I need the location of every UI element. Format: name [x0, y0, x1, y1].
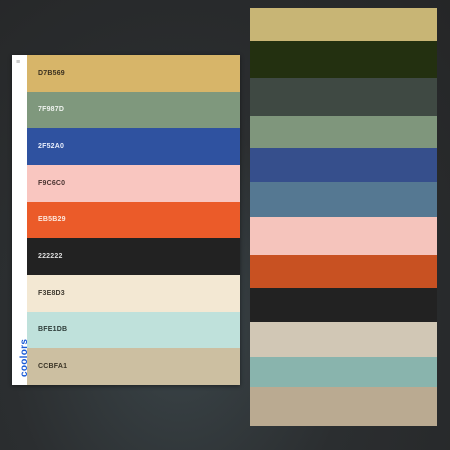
preview-color-band [250, 148, 437, 182]
swatch-list: D7B569 7F987D 2F52A0 F9C6C0 EB5B29 222222 F3E8… [27, 55, 240, 385]
color-swatch[interactable]: CCBFA1 [27, 348, 240, 385]
swatch-hex-label: BFE1DB [38, 326, 68, 334]
preview-color-band [250, 322, 437, 357]
card-sidebar: ≡ coolors [12, 55, 30, 385]
swatch-hex-label: CCBFA1 [38, 363, 68, 371]
color-swatch[interactable]: F9C6C0 [27, 164, 240, 202]
swatch-hex-label: 7F987D [38, 106, 65, 114]
preview-color-band [250, 8, 437, 41]
swatch-hex-label: 2F52A0 [38, 143, 65, 151]
color-swatch[interactable]: F3E8D3 [27, 274, 240, 312]
swatch-hex-label: 222222 [38, 253, 63, 261]
preview-color-band [250, 116, 437, 148]
palette-card: ≡ coolors D7B569 7F987D 2F52A0 F9C6C0 EB5B29… [12, 55, 240, 385]
menu-icon[interactable]: ≡ [16, 59, 20, 66]
preview-color-band [250, 387, 437, 426]
preview-color-band [250, 255, 437, 288]
swatch-hex-label: D7B569 [38, 69, 65, 77]
preview-color-band [250, 357, 437, 387]
preview-column [250, 8, 437, 426]
preview-color-band [250, 182, 437, 217]
color-swatch[interactable]: D7B569 [27, 55, 240, 92]
color-swatch[interactable]: BFE1DB [27, 311, 240, 349]
swatch-hex-label: F3E8D3 [38, 289, 65, 297]
color-swatch[interactable]: EB5B29 [27, 201, 240, 239]
color-swatch[interactable]: 2F52A0 [27, 128, 240, 165]
preview-color-band [250, 41, 437, 78]
preview-color-band [250, 288, 437, 322]
preview-color-band [250, 78, 437, 116]
color-swatch[interactable]: 7F987D [27, 91, 240, 129]
color-swatch[interactable]: 222222 [27, 238, 240, 275]
swatch-hex-label: EB5B29 [38, 216, 66, 224]
preview-color-band [250, 217, 437, 255]
swatch-hex-label: F9C6C0 [38, 179, 66, 187]
